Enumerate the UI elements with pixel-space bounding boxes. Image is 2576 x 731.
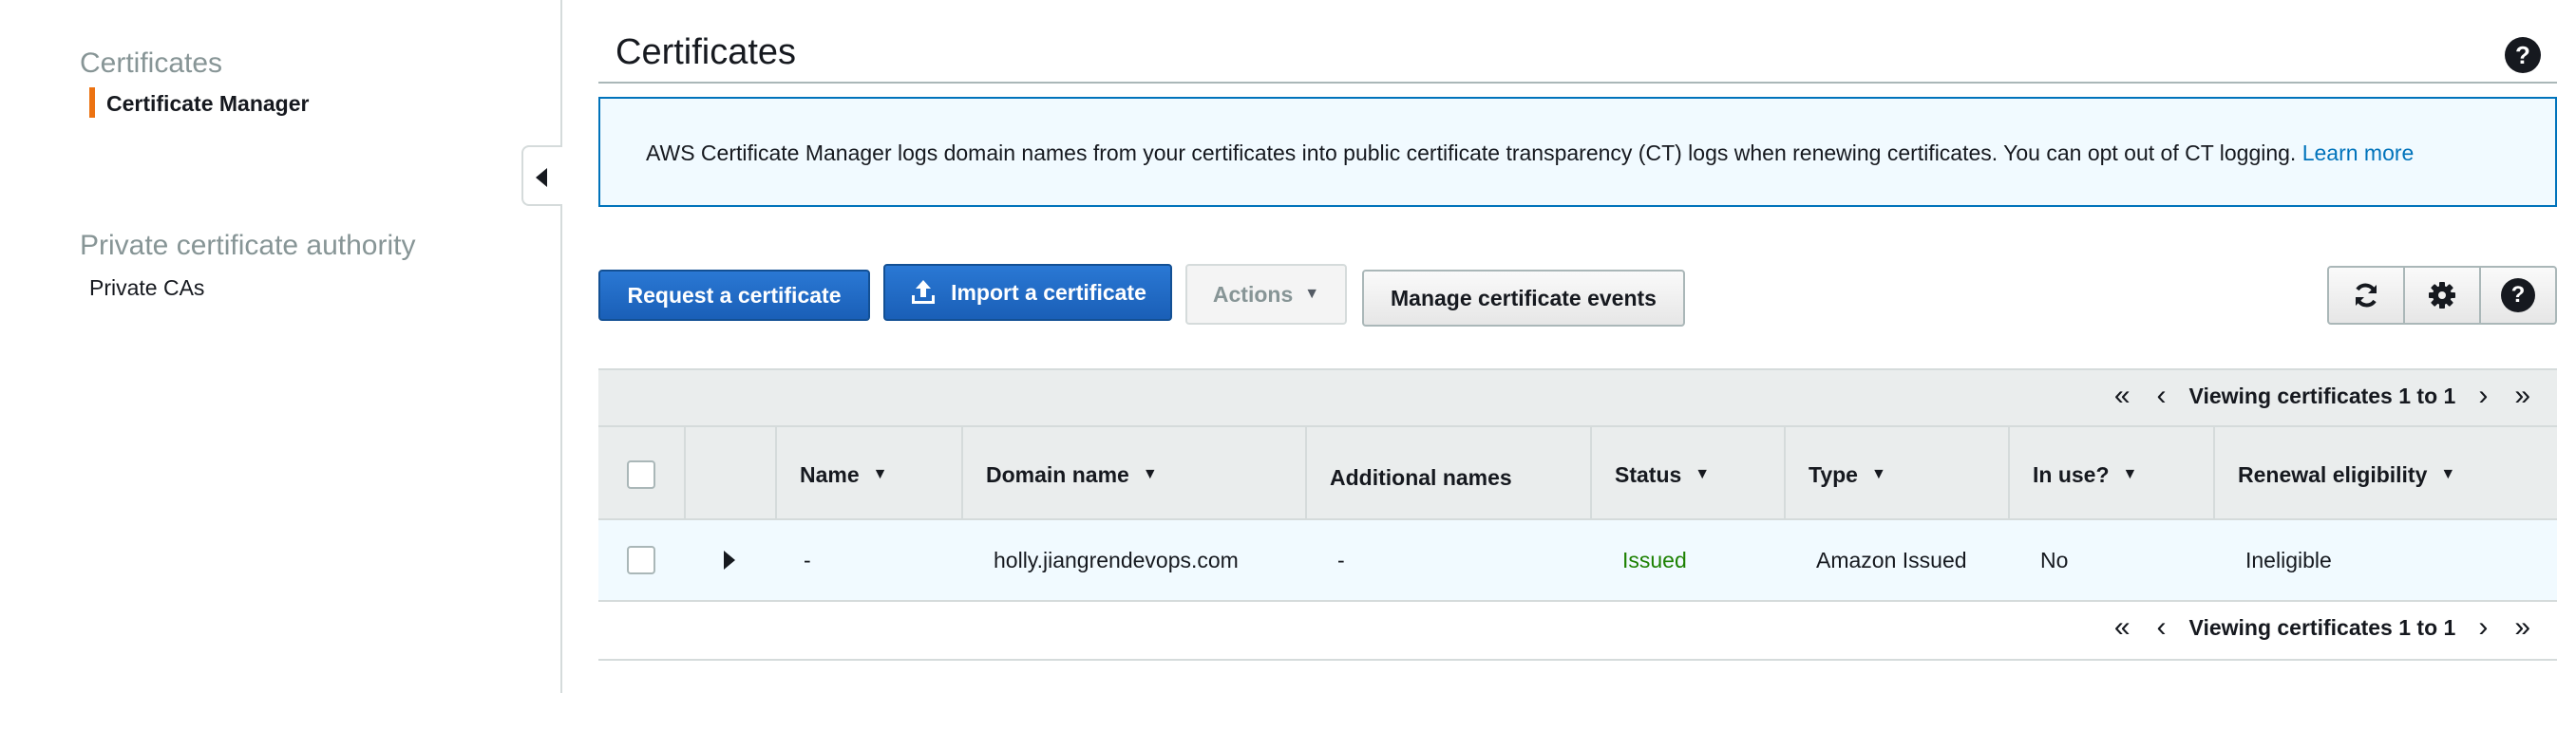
sort-caret-icon: ▼ xyxy=(1870,466,1886,482)
import-certificate-label: Import a certificate xyxy=(951,279,1146,305)
pagination-top: « ‹ Viewing certificates 1 to 1 › » xyxy=(2101,382,2544,410)
refresh-icon xyxy=(2356,283,2377,308)
ct-logging-info-banner: AWS Certificate Manager logs domain name… xyxy=(598,97,2557,207)
next-page-icon[interactable]: › xyxy=(2478,382,2488,410)
page-title: Certificates xyxy=(616,32,797,72)
request-certificate-button[interactable]: Request a certificate xyxy=(598,270,870,321)
title-divider xyxy=(598,82,2557,84)
column-header-status[interactable]: Status ▼ xyxy=(1590,427,1784,522)
sort-caret-icon: ▼ xyxy=(1142,466,1158,482)
refresh-button[interactable] xyxy=(2329,268,2405,323)
prev-page-icon[interactable]: ‹ xyxy=(2157,613,2167,642)
pagination-text: Viewing certificates 1 to 1 xyxy=(2188,383,2456,408)
table-header: Name ▼ Domain name ▼ Additional names Stat… xyxy=(598,425,2557,522)
column-header-in-use[interactable]: In use? ▼ xyxy=(2008,427,2213,522)
pagination-bottom: « ‹ Viewing certificates 1 to 1 › » xyxy=(2101,613,2544,642)
cell-renewal-eligibility: Ineligible xyxy=(2245,547,2332,572)
upload-icon xyxy=(912,280,936,304)
caret-left-icon xyxy=(536,168,547,187)
column-header-renewal[interactable]: Renewal eligibility ▼ xyxy=(2213,427,2557,522)
expand-column-header xyxy=(684,427,775,522)
column-inuse-label: In use? xyxy=(2033,461,2110,487)
info-banner-message: AWS Certificate Manager logs domain name… xyxy=(646,141,2297,165)
column-header-additional-names: Additional names xyxy=(1305,427,1590,522)
cell-type: Amazon Issued xyxy=(1816,547,1967,572)
sort-caret-icon: ▼ xyxy=(872,466,888,482)
row-select-cell xyxy=(627,520,655,600)
column-domain-label: Domain name xyxy=(986,461,1129,487)
prev-page-icon[interactable]: ‹ xyxy=(2157,382,2167,410)
last-page-icon[interactable]: » xyxy=(2514,382,2530,410)
sidebar-section-certificates: Certificates xyxy=(80,47,223,79)
column-header-name[interactable]: Name ▼ xyxy=(775,427,961,522)
first-page-icon[interactable]: « xyxy=(2114,382,2131,410)
actions-label: Actions xyxy=(1212,281,1294,307)
status-badge: Issued xyxy=(1622,547,1687,572)
help-icon: ? xyxy=(2501,278,2535,312)
sidebar-item-certificate-manager[interactable]: Certificate Manager xyxy=(106,91,309,117)
import-certificate-button[interactable]: Import a certificate xyxy=(883,264,1172,321)
select-all-checkbox[interactable] xyxy=(627,460,655,489)
column-status-label: Status xyxy=(1615,461,1682,487)
table-row[interactable]: - holly.jiangrendevops.com - Issued Amaz… xyxy=(598,520,2557,602)
column-type-label: Type xyxy=(1809,461,1858,487)
table-help-button[interactable]: ? xyxy=(2481,268,2555,323)
settings-button[interactable] xyxy=(2405,268,2481,323)
pagination-text: Viewing certificates 1 to 1 xyxy=(2188,614,2456,640)
manage-certificate-events-button[interactable]: Manage certificate events xyxy=(1362,270,1685,327)
next-page-icon[interactable]: › xyxy=(2478,613,2488,642)
cell-in-use: No xyxy=(2040,547,2069,572)
actions-dropdown[interactable]: Actions ▼ xyxy=(1185,264,1347,325)
sidebar: Certificates Certificate Manager Private… xyxy=(0,0,562,693)
last-page-icon[interactable]: » xyxy=(2514,613,2530,642)
column-name-label: Name xyxy=(800,461,860,487)
sort-caret-icon: ▼ xyxy=(2122,466,2138,482)
sidebar-collapse-button[interactable] xyxy=(521,145,562,206)
select-all-cell xyxy=(598,427,684,522)
learn-more-link[interactable]: Learn more xyxy=(2302,141,2415,165)
row-checkbox[interactable] xyxy=(627,546,655,574)
column-renewal-label: Renewal eligibility xyxy=(2238,461,2428,487)
sort-caret-icon: ▼ xyxy=(2440,466,2456,482)
caret-down-icon: ▼ xyxy=(1304,286,1320,302)
sidebar-section-private-ca: Private certificate authority xyxy=(80,230,416,261)
help-icon[interactable]: ? xyxy=(2505,37,2541,73)
sidebar-item-private-cas[interactable]: Private CAs xyxy=(89,275,204,301)
info-banner-text: AWS Certificate Manager logs domain name… xyxy=(646,141,2414,166)
sort-caret-icon: ▼ xyxy=(1695,466,1711,482)
active-indicator xyxy=(89,87,95,118)
row-expand-button[interactable] xyxy=(724,520,735,600)
first-page-icon[interactable]: « xyxy=(2114,613,2131,642)
column-header-domain[interactable]: Domain name ▼ xyxy=(961,427,1305,522)
caret-right-icon xyxy=(724,551,735,570)
column-additional-label: Additional names xyxy=(1330,464,1512,490)
table-bottom-divider xyxy=(598,659,2557,661)
gear-icon xyxy=(2429,282,2455,309)
column-header-type[interactable]: Type ▼ xyxy=(1784,427,2008,522)
cell-domain: holly.jiangrendevops.com xyxy=(994,547,1239,572)
cell-name: - xyxy=(804,547,811,572)
table-tools: ? xyxy=(2327,266,2557,325)
cell-additional-names: - xyxy=(1337,547,1345,572)
